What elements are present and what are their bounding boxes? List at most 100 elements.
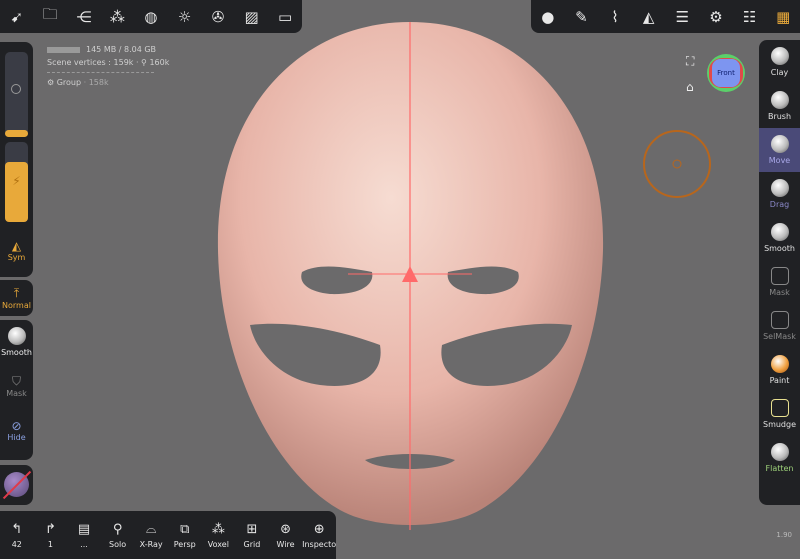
primitives-icon[interactable]: ⁂ xyxy=(102,8,132,26)
solo-button[interactable]: ⚲ Solo xyxy=(101,522,134,549)
wire-icon: ⊛ xyxy=(280,521,291,537)
persp-button[interactable]: ⧉ Persp xyxy=(168,522,201,549)
postprocess-icon[interactable]: ✇ xyxy=(203,8,233,26)
memory-bar xyxy=(47,46,80,53)
voxel-button[interactable]: ⁂ Voxel xyxy=(202,522,235,549)
tool-label: Smooth xyxy=(764,244,795,253)
mask-button[interactable]: ⛉ Mask xyxy=(0,364,33,408)
group-count: · 158k xyxy=(83,78,109,87)
bottom-toolbar: ↰ 42 ↱ 1 ▤... ⚲ Solo ⌓ X-Ray ⧉ Persp ⁂ Voxel ⊞ Grid ⊛ Wi… xyxy=(0,511,336,559)
tool-label: Brush xyxy=(767,112,792,121)
logo-icon[interactable]: ➹ xyxy=(2,8,32,26)
inspector-button[interactable]: ⊕ Inspecto xyxy=(302,521,337,549)
mask-label: Mask xyxy=(6,389,27,398)
redo-button[interactable]: ↱ 1 xyxy=(34,522,67,549)
persp-icon: ⧉ xyxy=(180,521,190,537)
undo-icon: ↰ xyxy=(11,521,23,537)
mask-icon xyxy=(770,267,789,285)
hide-icon: ⊘ xyxy=(11,418,22,433)
top-toolbar-right: ● ✎ ⌇ ◭ ☰ ⚙ ☷ ▦ xyxy=(531,0,800,33)
toolbar-label: ... xyxy=(80,539,88,549)
xray-button[interactable]: ⌓ X-Ray xyxy=(135,522,168,549)
scene-graph-icon[interactable]: ⋲ xyxy=(69,8,99,26)
solo-icon: ⚲ xyxy=(112,521,123,537)
paint-brush-icon[interactable]: ⌇ xyxy=(600,8,630,26)
toolbar-label: Voxel xyxy=(207,539,229,549)
tool-selmask[interactable]: SelMask xyxy=(759,304,800,348)
material-preview[interactable] xyxy=(0,465,33,505)
gizmo-front-label[interactable]: Front xyxy=(712,59,740,87)
voxel-icon: ⁂ xyxy=(211,521,225,537)
tool-label: Smudge xyxy=(762,420,797,429)
light-icon[interactable]: ☼ xyxy=(170,8,200,26)
tool-label: Mask xyxy=(769,288,790,297)
top-toolbar-left: ➹ 🗀 ⋲ ⁂ ◍ ☼ ✇ ▨ ▭ xyxy=(0,0,302,33)
tool-label: Paint xyxy=(769,376,790,385)
xray-icon: ⌓ xyxy=(146,521,157,537)
toolbar-label: 1 xyxy=(47,539,53,549)
document-button[interactable]: ▤... xyxy=(67,522,100,549)
flatten-icon xyxy=(770,443,789,461)
smooth-icon xyxy=(770,223,789,241)
drag-icon xyxy=(770,179,789,197)
tool-label: Move xyxy=(768,156,791,165)
tool-label: Drag xyxy=(769,200,790,209)
brush-icon xyxy=(770,91,789,109)
toolbar-label: Inspecto xyxy=(302,539,337,549)
tool-drag[interactable]: Drag xyxy=(759,172,800,216)
tool-paint[interactable]: Paint xyxy=(759,348,800,392)
tool-label: Flatten xyxy=(765,464,794,473)
matcap-icon[interactable]: ● xyxy=(533,8,563,26)
grid-button[interactable]: ⊞ Grid xyxy=(235,522,268,549)
normal-button[interactable]: ⤒ Normal xyxy=(0,280,33,316)
size-slider[interactable] xyxy=(5,52,28,137)
plugins-icon[interactable]: ▦ xyxy=(768,8,798,26)
hide-button[interactable]: ⊘ Hide xyxy=(0,408,33,452)
stroke-icon[interactable]: ✎ xyxy=(566,8,596,26)
folder-icon[interactable]: 🗀 xyxy=(35,4,65,29)
tool-brush[interactable]: Brush xyxy=(759,84,800,128)
sliders-icon[interactable]: ☷ xyxy=(735,8,765,26)
tool-flatten[interactable]: Flatten xyxy=(759,436,800,480)
group-item[interactable]: ⚙ Group · 158k xyxy=(47,76,169,89)
toolbar-label: X-Ray xyxy=(139,539,163,549)
hide-label: Hide xyxy=(7,432,26,442)
undo-button[interactable]: ↰ 42 xyxy=(0,522,33,549)
selmask-icon xyxy=(770,311,789,329)
inspector-icon: ⊕ xyxy=(313,521,325,537)
smudge-icon xyxy=(770,399,789,417)
tool-mask[interactable]: Mask xyxy=(759,260,800,304)
settings-icon[interactable]: ⚙ xyxy=(701,8,731,26)
symmetry-icon[interactable]: ◭ xyxy=(634,8,664,26)
image-icon[interactable]: ▨ xyxy=(237,8,267,26)
move-icon xyxy=(770,135,789,153)
smooth-button[interactable]: Smooth xyxy=(0,320,33,364)
paint-icon xyxy=(770,355,789,373)
material-icon[interactable]: ◍ xyxy=(136,8,166,26)
left-sliders: ⚡ ◭ Sym xyxy=(0,42,33,277)
fullscreen-icon[interactable]: ⛶ xyxy=(686,54,694,69)
tool-label: Clay xyxy=(770,68,789,77)
normal-icon: ⤒ xyxy=(13,286,20,300)
video-icon[interactable]: ▭ xyxy=(270,8,300,26)
toolbar-label: Wire xyxy=(276,539,295,549)
wire-button[interactable]: ⊛ Wire xyxy=(269,522,302,549)
tool-clay[interactable]: Clay xyxy=(759,40,800,84)
symmetry-icon: ◭ xyxy=(11,238,22,253)
home-icon[interactable]: ⌂ xyxy=(686,80,694,94)
redo-icon: ↱ xyxy=(44,521,56,537)
intensity-slider[interactable]: ⚡ xyxy=(5,142,28,222)
tool-label: SelMask xyxy=(763,332,796,341)
scene-info: 145 MB / 8.04 GB Scene vertices : 159k ·… xyxy=(47,43,169,89)
document-icon: ▤ xyxy=(77,521,91,537)
fps-readout: 1.90 xyxy=(776,531,792,539)
sym-button[interactable]: ◭ Sym xyxy=(0,228,33,272)
view-gizmo[interactable]: Front xyxy=(707,54,745,92)
tool-smooth[interactable]: Smooth xyxy=(759,216,800,260)
vertex-count: Scene vertices : 159k · ⚲ 160k xyxy=(47,58,170,67)
tool-smudge[interactable]: Smudge xyxy=(759,392,800,436)
grid-icon: ⊞ xyxy=(246,521,258,537)
tool-move[interactable]: Move xyxy=(759,128,800,172)
toolbar-label: Solo xyxy=(109,539,127,549)
layers-icon[interactable]: ☰ xyxy=(667,8,697,26)
